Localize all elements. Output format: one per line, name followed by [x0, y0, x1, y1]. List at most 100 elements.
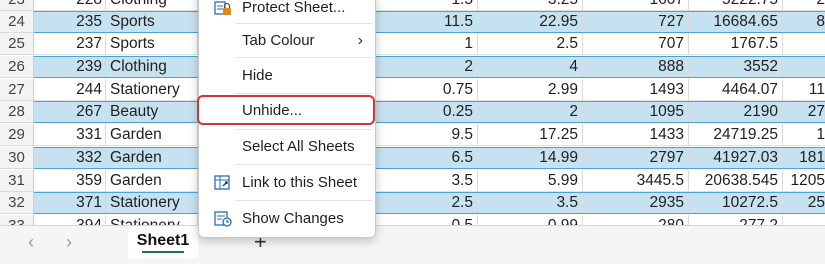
cell-units[interactable]: 888 [583, 56, 689, 78]
cell-category[interactable]: Beauty [106, 101, 198, 123]
cell-price[interactable]: 3.5 [478, 192, 583, 214]
cell-extra[interactable] [783, 33, 825, 55]
cell-category[interactable]: Stationery [106, 79, 198, 101]
menu-separator [235, 129, 373, 130]
table-row: 29 331 Garden 9.5 17.25 1433 24719.25 1 [0, 124, 825, 146]
active-tab-underline [142, 251, 184, 253]
cell-category[interactable]: Garden [106, 170, 198, 192]
cell-id[interactable]: 228 [34, 0, 106, 11]
cell-units[interactable]: 1493 [583, 79, 689, 101]
row-header[interactable]: 27 [0, 79, 34, 101]
cell-id[interactable]: 237 [34, 33, 106, 55]
cell-extra[interactable]: 8 [783, 11, 825, 33]
row-header[interactable]: 24 [0, 11, 34, 33]
cell-price[interactable]: 4 [478, 56, 583, 78]
menu-item-label: Show Changes [242, 210, 344, 227]
row-header[interactable]: 25 [0, 33, 34, 55]
cell-revenue[interactable]: 24719.25 [689, 124, 783, 146]
cell-category[interactable]: Garden [106, 124, 198, 146]
cell-qty[interactable]: 9.5 [377, 124, 478, 146]
cell-extra[interactable]: 181 [783, 147, 825, 169]
row-header[interactable]: 26 [0, 56, 34, 78]
cell-revenue[interactable]: 41927.03 [689, 147, 783, 169]
cell-units[interactable]: 727 [583, 11, 689, 33]
cell-units[interactable]: 2935 [583, 192, 689, 214]
cell-price[interactable]: 3.25 [478, 0, 583, 11]
cell-qty[interactable]: 6.5 [377, 147, 478, 169]
row-header[interactable]: 29 [0, 124, 34, 146]
row-header[interactable]: 23 [0, 0, 34, 11]
menu-item-select-all-sheets[interactable]: Select All Sheets [199, 132, 375, 162]
cell-units[interactable]: 1607 [583, 0, 689, 11]
cell-units[interactable]: 3445.5 [583, 170, 689, 192]
cell-revenue[interactable]: 1767.5 [689, 33, 783, 55]
cell-revenue[interactable]: 5222.75 [689, 0, 783, 11]
cell-units[interactable]: 1095 [583, 101, 689, 123]
cell-price[interactable]: 17.25 [478, 124, 583, 146]
cell-units[interactable]: 1433 [583, 124, 689, 146]
cell-qty[interactable]: 3.5 [377, 170, 478, 192]
cell-id[interactable]: 239 [34, 56, 106, 78]
cell-extra[interactable]: 1205 [783, 170, 825, 192]
cell-category[interactable]: Clothing [106, 0, 198, 11]
cell-category[interactable]: Garden [106, 147, 198, 169]
cell-qty[interactable]: 1.5 [377, 0, 478, 11]
menu-item-label: Hide [242, 67, 273, 84]
menu-item-protect-sheet[interactable]: Protect Sheet... [199, 0, 375, 23]
menu-item-label: Protect Sheet... [242, 0, 346, 16]
cell-category[interactable]: Sports [106, 11, 198, 33]
cell-qty[interactable]: 0.75 [377, 79, 478, 101]
show-changes-icon [214, 211, 232, 227]
cell-extra[interactable]: 11 [783, 79, 825, 101]
cell-revenue[interactable]: 3552 [689, 56, 783, 78]
row-header[interactable]: 31 [0, 170, 34, 192]
menu-item-label: Tab Colour [242, 32, 315, 49]
cell-revenue[interactable]: 2190 [689, 101, 783, 123]
table-row: 23 228 Clothing 1.5 3.25 1607 5222.75 2 [0, 0, 825, 11]
menu-item-tab-colour[interactable]: Tab Colour › [199, 26, 375, 56]
cell-price[interactable]: 5.99 [478, 170, 583, 192]
cell-id[interactable]: 235 [34, 11, 106, 33]
cell-revenue[interactable]: 16684.65 [689, 11, 783, 33]
cell-id[interactable]: 267 [34, 101, 106, 123]
cell-qty[interactable]: 2 [377, 56, 478, 78]
cell-units[interactable]: 2797 [583, 147, 689, 169]
cell-price[interactable]: 22.95 [478, 11, 583, 33]
cell-qty[interactable]: 11.5 [377, 11, 478, 33]
cell-price[interactable]: 2.99 [478, 79, 583, 101]
cell-id[interactable]: 359 [34, 170, 106, 192]
cell-id[interactable]: 331 [34, 124, 106, 146]
cell-revenue[interactable]: 4464.07 [689, 79, 783, 101]
cell-units[interactable]: 707 [583, 33, 689, 55]
cell-id[interactable]: 332 [34, 147, 106, 169]
cell-id[interactable]: 244 [34, 79, 106, 101]
cell-qty[interactable]: 1 [377, 33, 478, 55]
menu-item-link-to-sheet[interactable]: Link to this Sheet [199, 168, 375, 198]
cell-id[interactable]: 371 [34, 192, 106, 214]
prev-sheet-arrow-icon[interactable]: ‹ [28, 232, 34, 253]
cell-category[interactable]: Stationery [106, 192, 198, 214]
menu-item-show-changes[interactable]: Show Changes [199, 204, 375, 234]
row-header[interactable]: 28 [0, 101, 34, 123]
cell-price[interactable]: 2 [478, 101, 583, 123]
row-header[interactable]: 32 [0, 192, 34, 214]
cell-qty[interactable]: 2.5 [377, 192, 478, 214]
cell-category[interactable]: Clothing [106, 56, 198, 78]
cell-qty[interactable]: 0.25 [377, 101, 478, 123]
cell-price[interactable]: 14.99 [478, 147, 583, 169]
cell-extra[interactable]: 2 [783, 0, 825, 11]
cell-extra[interactable]: 27 [783, 101, 825, 123]
cell-revenue[interactable]: 10272.5 [689, 192, 783, 214]
unhide-highlight-outline [197, 95, 375, 125]
menu-item-hide[interactable]: Hide [199, 61, 375, 91]
cell-price[interactable]: 2.5 [478, 33, 583, 55]
next-sheet-arrow-icon[interactable]: › [66, 232, 72, 253]
table-row: 25 237 Sports 1 2.5 707 1767.5 [0, 33, 825, 55]
row-header[interactable]: 30 [0, 147, 34, 169]
cell-category[interactable]: Sports [106, 33, 198, 55]
cell-extra[interactable]: 25 [783, 192, 825, 214]
sheet-tab-active[interactable]: Sheet1 [128, 226, 198, 258]
cell-extra[interactable]: 1 [783, 124, 825, 146]
cell-extra[interactable] [783, 56, 825, 78]
cell-revenue[interactable]: 20638.545 [689, 170, 783, 192]
